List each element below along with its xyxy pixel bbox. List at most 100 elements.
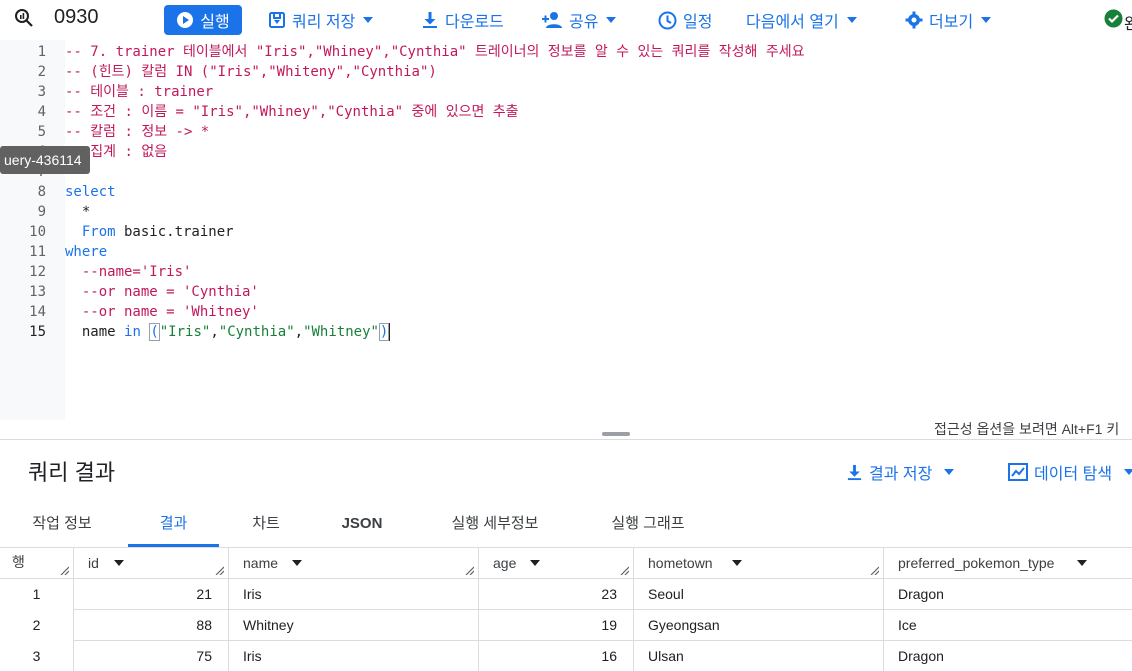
- more-label: 더보기: [929, 14, 974, 31]
- cell-age[interactable]: 23: [479, 579, 634, 610]
- share-button[interactable]: 공유: [541, 5, 622, 35]
- run-label: 실행: [200, 14, 230, 31]
- code-line[interactable]: 8 select: [0, 182, 1132, 202]
- code-line[interactable]: 1 -- 7. trainer 테이블에서 "Iris","Whiney","Cy…: [0, 42, 1132, 62]
- save-query-button[interactable]: 쿼리 저장: [268, 5, 379, 35]
- cell-name[interactable]: Whitney: [229, 610, 479, 641]
- cell-id[interactable]: 21: [74, 579, 229, 610]
- column-label: age: [493, 555, 517, 571]
- row-number: 1: [0, 579, 74, 610]
- schedule-button[interactable]: 일정: [658, 5, 712, 35]
- text-cursor: [389, 323, 391, 341]
- open-in-label: 다음에서 열기: [746, 14, 839, 31]
- sort-arrow-icon[interactable]: [1077, 560, 1087, 566]
- table-row: 1 21 Iris 23 Seoul Dragon: [0, 579, 1132, 610]
- code-token: --or name = 'Whitney': [65, 304, 259, 320]
- sql-editor[interactable]: 1 -- 7. trainer 테이블에서 "Iris","Whiney","Cy…: [0, 40, 1132, 420]
- line-number: 9: [37, 204, 46, 220]
- column-label: 행: [12, 554, 25, 570]
- open-in-button[interactable]: 다음에서 열기: [746, 5, 863, 35]
- code-line[interactable]: 13 --or name = 'Cynthia': [0, 282, 1132, 302]
- cell-name[interactable]: Iris: [229, 641, 479, 671]
- column-header-age[interactable]: age: [479, 548, 634, 579]
- editor-results-splitter: 접근성 옵션을 보려면 Alt+F1 키: [0, 420, 1132, 440]
- code-token: -- 칼럼 : 정보 -> *: [65, 124, 210, 140]
- results-title: 쿼리 결과: [28, 460, 116, 485]
- chart-icon: [1008, 463, 1028, 481]
- code-line[interactable]: 9 *: [0, 202, 1132, 222]
- code-line[interactable]: 3 -- 테이블 : trainer: [0, 82, 1132, 102]
- tab-chart[interactable]: 차트: [226, 502, 306, 547]
- cell-preferred-pokemon-type[interactable]: Ice: [884, 610, 1132, 641]
- cell-age[interactable]: 16: [479, 641, 634, 671]
- query-status: 완: [1124, 16, 1132, 33]
- cell-preferred-pokemon-type[interactable]: Dragon: [884, 641, 1132, 671]
- tab-results[interactable]: 결과: [128, 502, 219, 547]
- cell-id[interactable]: 75: [74, 641, 229, 671]
- code-line[interactable]: 7: [0, 162, 1132, 182]
- table-row: 3 75 Iris 16 Ulsan Dragon: [0, 641, 1132, 671]
- chevron-down-icon: [846, 17, 857, 23]
- column-header-hometown[interactable]: hometown: [634, 548, 884, 579]
- code-line[interactable]: 2 -- (힌트) 칼럼 IN ("Iris","Whiteny","Cynthi…: [0, 62, 1132, 82]
- download-button[interactable]: 다운로드: [421, 5, 504, 35]
- sort-arrow-icon[interactable]: [732, 560, 742, 566]
- column-label: name: [243, 555, 279, 571]
- tab-json[interactable]: JSON: [322, 502, 402, 547]
- code-line[interactable]: 15 name in ("Iris","Cynthia","Whitney"): [0, 322, 1132, 342]
- cell-age[interactable]: 19: [479, 610, 634, 641]
- line-number: 3: [37, 84, 46, 100]
- resize-icon[interactable]: [869, 565, 879, 575]
- resize-icon[interactable]: [214, 565, 224, 575]
- project-tooltip: uery-436114: [0, 146, 90, 174]
- cell-id[interactable]: 88: [74, 610, 229, 641]
- resize-handle[interactable]: [602, 432, 630, 436]
- code-line[interactable]: 10 From basic.trainer: [0, 222, 1132, 242]
- schedule-label: 일정: [683, 14, 713, 31]
- code-token: select: [65, 184, 116, 200]
- sort-arrow-icon[interactable]: [530, 560, 540, 566]
- cell-preferred-pokemon-type[interactable]: Dragon: [884, 579, 1132, 610]
- code-token: -- (힌트) 칼럼 IN ("Iris","Whiteny","Cynthia…: [65, 64, 437, 80]
- code-token: "Iris": [159, 324, 211, 340]
- line-number: 10: [29, 224, 46, 240]
- code-line[interactable]: 6-- 집계 : 없음: [0, 142, 1132, 162]
- code-text: *: [65, 202, 90, 222]
- tab-execution-details[interactable]: 실행 세부정보: [430, 502, 560, 547]
- sort-arrow-icon[interactable]: [292, 560, 302, 566]
- sort-arrow-icon[interactable]: [114, 560, 124, 566]
- line-number: 8: [37, 184, 46, 200]
- resize-icon[interactable]: [59, 565, 69, 575]
- code-token: where: [65, 244, 108, 260]
- cell-hometown[interactable]: Seoul: [634, 579, 884, 610]
- resize-icon[interactable]: [619, 565, 629, 575]
- cell-hometown[interactable]: Ulsan: [634, 641, 884, 671]
- save-results-button[interactable]: 결과 저장: [846, 460, 960, 484]
- cell-hometown[interactable]: Gyeongsan: [634, 610, 884, 641]
- play-circle-icon: [177, 12, 194, 28]
- code-line[interactable]: 5 -- 칼럼 : 정보 -> *: [0, 122, 1132, 142]
- tab-job-info[interactable]: 작업 정보: [14, 502, 110, 547]
- resize-icon[interactable]: [464, 565, 474, 575]
- code-line[interactable]: 12 --name='Iris': [0, 262, 1132, 282]
- line-number: 13: [29, 284, 46, 300]
- run-button[interactable]: 실행: [164, 5, 242, 35]
- more-button[interactable]: 더보기: [905, 5, 997, 35]
- download-icon: [423, 12, 437, 28]
- code-text: -- (힌트) 칼럼 IN ("Iris","Whiteny","Cynthia…: [65, 62, 437, 82]
- save-icon: [269, 12, 285, 28]
- column-header-name[interactable]: name: [229, 548, 479, 579]
- chevron-down-icon: [981, 17, 992, 23]
- code-line[interactable]: 4 -- 조건 : 이름 = "Iris","Whiney","Cynthia" …: [0, 102, 1132, 122]
- code-line[interactable]: 14 --or name = 'Whitney': [0, 302, 1132, 322]
- code-line[interactable]: 11 where: [0, 242, 1132, 262]
- chevron-down-icon: [1124, 469, 1132, 475]
- explore-data-button[interactable]: 데이터 탐색: [1008, 460, 1132, 484]
- tab-execution-graph[interactable]: 실행 그래프: [590, 502, 706, 547]
- cell-name[interactable]: Iris: [229, 579, 479, 610]
- query-tab-title[interactable]: 0930: [14, 6, 99, 29]
- download-icon: [847, 464, 862, 480]
- column-header-preferred-pokemon-type[interactable]: preferred_pokemon_type: [884, 548, 1132, 579]
- column-header-id[interactable]: id: [74, 548, 229, 579]
- line-number: 12: [29, 264, 46, 280]
